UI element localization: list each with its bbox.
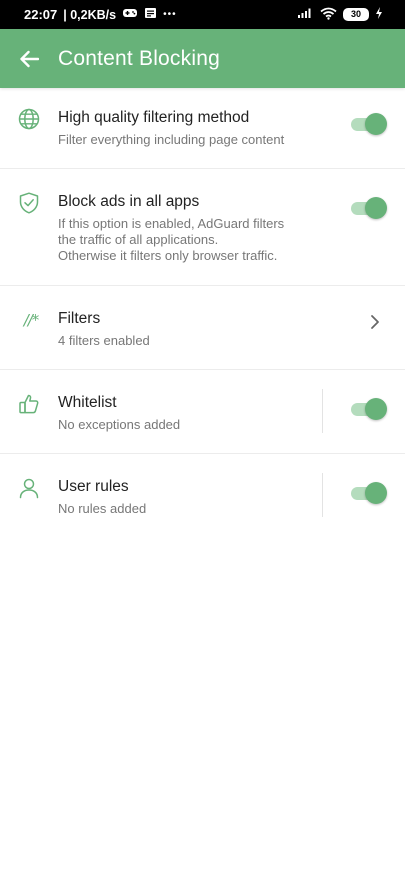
row-title: Filters [58, 310, 101, 327]
subtitle-line: Otherwise it filters only browser traffi… [58, 248, 278, 263]
list-item-whitelist[interactable]: Whitelist No exceptions added [0, 370, 405, 454]
status-right: 30 [297, 7, 383, 23]
toggle-knob [365, 113, 387, 135]
status-left: 22:07 | 0,2KB/s ••• [24, 7, 177, 22]
settings-list: High quality filtering method Filter eve… [0, 88, 405, 538]
filters-icon-glyph: //* [23, 311, 40, 329]
row-subtitle: If this option is enabled, AdGuard filte… [58, 216, 284, 264]
back-button[interactable] [0, 29, 58, 88]
gamepad-icon [122, 7, 138, 22]
app-bar: Content Blocking [0, 29, 405, 88]
screen: 22:07 | 0,2KB/s ••• 30 Content Blocking … [0, 0, 405, 878]
network-speed: | 0,2KB/s [63, 7, 117, 22]
wifi-icon [320, 7, 337, 23]
divider [322, 389, 323, 433]
globe-icon [17, 107, 41, 131]
user-rules-toggle[interactable] [349, 481, 387, 505]
list-item-high-quality-filtering[interactable]: High quality filtering method Filter eve… [0, 88, 405, 169]
row-subtitle: 4 filters enabled [58, 333, 150, 348]
chevron-right-icon[interactable] [368, 312, 382, 332]
row-subtitle: No exceptions added [58, 417, 181, 432]
status-bar: 22:07 | 0,2KB/s ••• 30 [0, 0, 405, 29]
row-title: User rules [58, 478, 129, 495]
shield-check-icon [17, 191, 41, 215]
more-dots: ••• [163, 9, 177, 20]
notification-icon [144, 7, 157, 22]
toggle-knob [365, 398, 387, 420]
row-title: Block ads in all apps [58, 193, 200, 210]
list-item-filters[interactable]: //* Filters 4 filters enabled [0, 286, 405, 370]
row-subtitle: No rules added [58, 501, 147, 516]
battery-icon: 30 [343, 8, 369, 21]
user-icon [17, 476, 41, 500]
divider [322, 473, 323, 517]
toggle-knob [365, 482, 387, 504]
whitelist-toggle[interactable] [349, 397, 387, 421]
thumbs-up-icon [17, 392, 41, 416]
row-subtitle: Filter everything including page content [58, 132, 285, 147]
row-title: Whitelist [58, 394, 117, 411]
signal-icon [297, 7, 314, 22]
block-ads-all-apps-toggle[interactable] [349, 196, 387, 220]
toggle-knob [365, 197, 387, 219]
high-quality-filtering-toggle[interactable] [349, 112, 387, 136]
list-item-user-rules[interactable]: User rules No rules added [0, 454, 405, 538]
subtitle-line: If this option is enabled, AdGuard filte… [58, 216, 285, 231]
arrow-left-icon [20, 50, 39, 67]
list-item-block-ads-all-apps[interactable]: Block ads in all apps If this option is … [0, 169, 405, 286]
page-title: Content Blocking [58, 46, 220, 70]
charging-icon [375, 7, 383, 22]
subtitle-line: the traffic of all applications. [58, 232, 219, 247]
status-time: 22:07 [24, 7, 58, 22]
row-title: High quality filtering method [58, 109, 250, 126]
filters-icon: //* [18, 308, 44, 332]
